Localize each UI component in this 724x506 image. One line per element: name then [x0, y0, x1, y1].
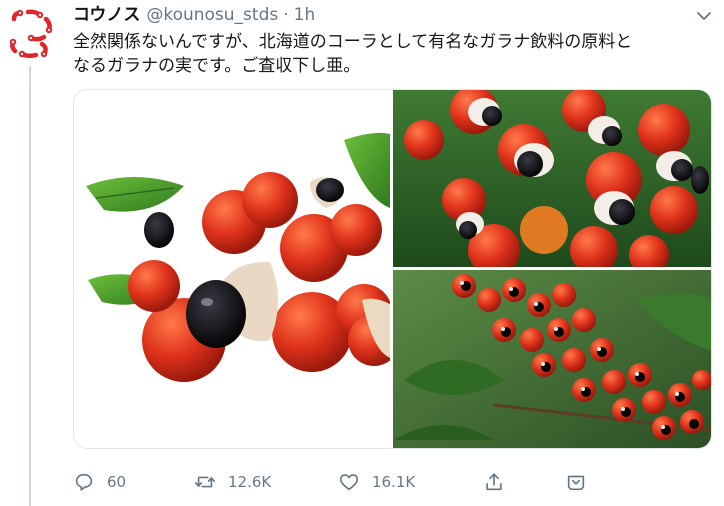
- heart-icon: [339, 474, 359, 491]
- display-name[interactable]: コウノス: [73, 5, 140, 25]
- media-images: [74, 90, 711, 448]
- separator-dot: ·: [283, 5, 289, 25]
- tweet-text: 全然関係ないんですが、北海道のコーラとして有名なガラナ飲料の原料と なるガラナの…: [73, 30, 713, 78]
- tweet-actions: 60 12.6K 16.1K: [73, 468, 613, 496]
- like-count: 16.1K: [372, 473, 416, 491]
- tweet-time[interactable]: 1h: [294, 5, 316, 25]
- chevron-down-box-icon: [567, 475, 585, 491]
- reply-icon: [75, 473, 93, 491]
- share-icon: [486, 473, 502, 491]
- tweet-header: コウノス @kounosu_stds · 1h: [73, 4, 315, 26]
- user-handle[interactable]: @kounosu_stds: [146, 5, 278, 25]
- reply-button[interactable]: 60: [73, 468, 126, 496]
- avatar[interactable]: [6, 8, 56, 58]
- chevron-down-icon[interactable]: [696, 10, 712, 22]
- tweet-text-line-1: 全然関係ないんですが、北海道のコーラとして有名なガラナ飲料の原料と: [73, 32, 633, 52]
- thread-line: [29, 66, 31, 506]
- media-image-3[interactable]: [393, 270, 711, 448]
- media-image-1[interactable]: [74, 90, 400, 448]
- media-image-2[interactable]: [393, 90, 711, 276]
- more-actions-button[interactable]: [565, 468, 599, 496]
- media-grid[interactable]: [73, 89, 712, 449]
- retweet-button[interactable]: 12.6K: [194, 468, 271, 496]
- retweet-count: 12.6K: [228, 473, 272, 491]
- share-button[interactable]: [483, 468, 517, 496]
- reply-count: 60: [107, 473, 127, 491]
- tweet-text-line-2: なるガラナの実です。ご査収下し亜。: [73, 56, 361, 76]
- like-button[interactable]: 16.1K: [338, 468, 415, 496]
- retweet-icon: [195, 476, 215, 488]
